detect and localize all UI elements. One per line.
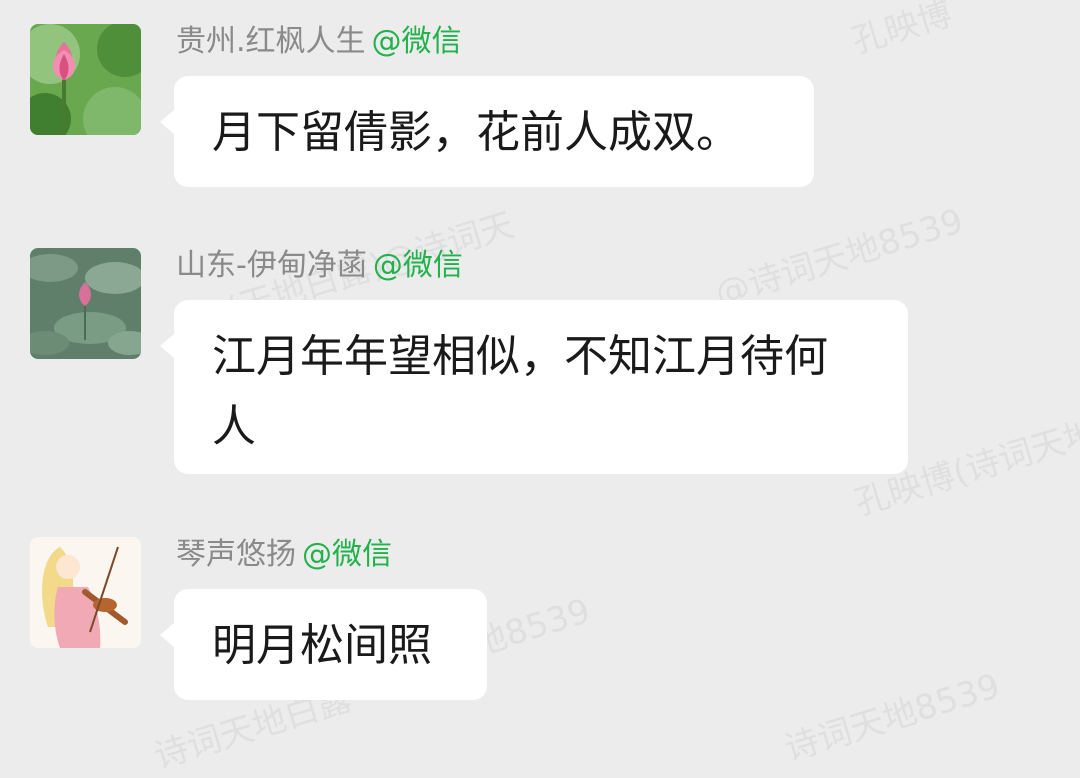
lotus-pond-avatar[interactable] [30, 248, 141, 359]
violinist-avatar[interactable] [30, 537, 141, 648]
watermark-text: 诗词天地8539 [780, 666, 1005, 770]
message-source: @微信 [372, 248, 463, 283]
watermark-text: 孔映博 [847, 0, 957, 62]
message-source: @微信 [371, 24, 462, 59]
sender-name: 琴声悠扬 @微信 [176, 537, 392, 572]
sender-name: 贵州.红枫人生 @微信 [176, 24, 462, 59]
message-bubble[interactable]: 明月松间照 [160, 589, 487, 700]
message-bubble[interactable]: 江月年年望相似，不知江月待何人 [160, 300, 908, 474]
message-source: @微信 [302, 537, 392, 572]
message-bubble[interactable]: 月下留倩影，花前人成双。 [160, 76, 814, 187]
lotus-flower-avatar[interactable] [30, 24, 141, 135]
watermark-text: @诗词天地8539 [710, 201, 968, 315]
sender-name: 山东-伊甸净菡 @微信 [176, 248, 463, 283]
